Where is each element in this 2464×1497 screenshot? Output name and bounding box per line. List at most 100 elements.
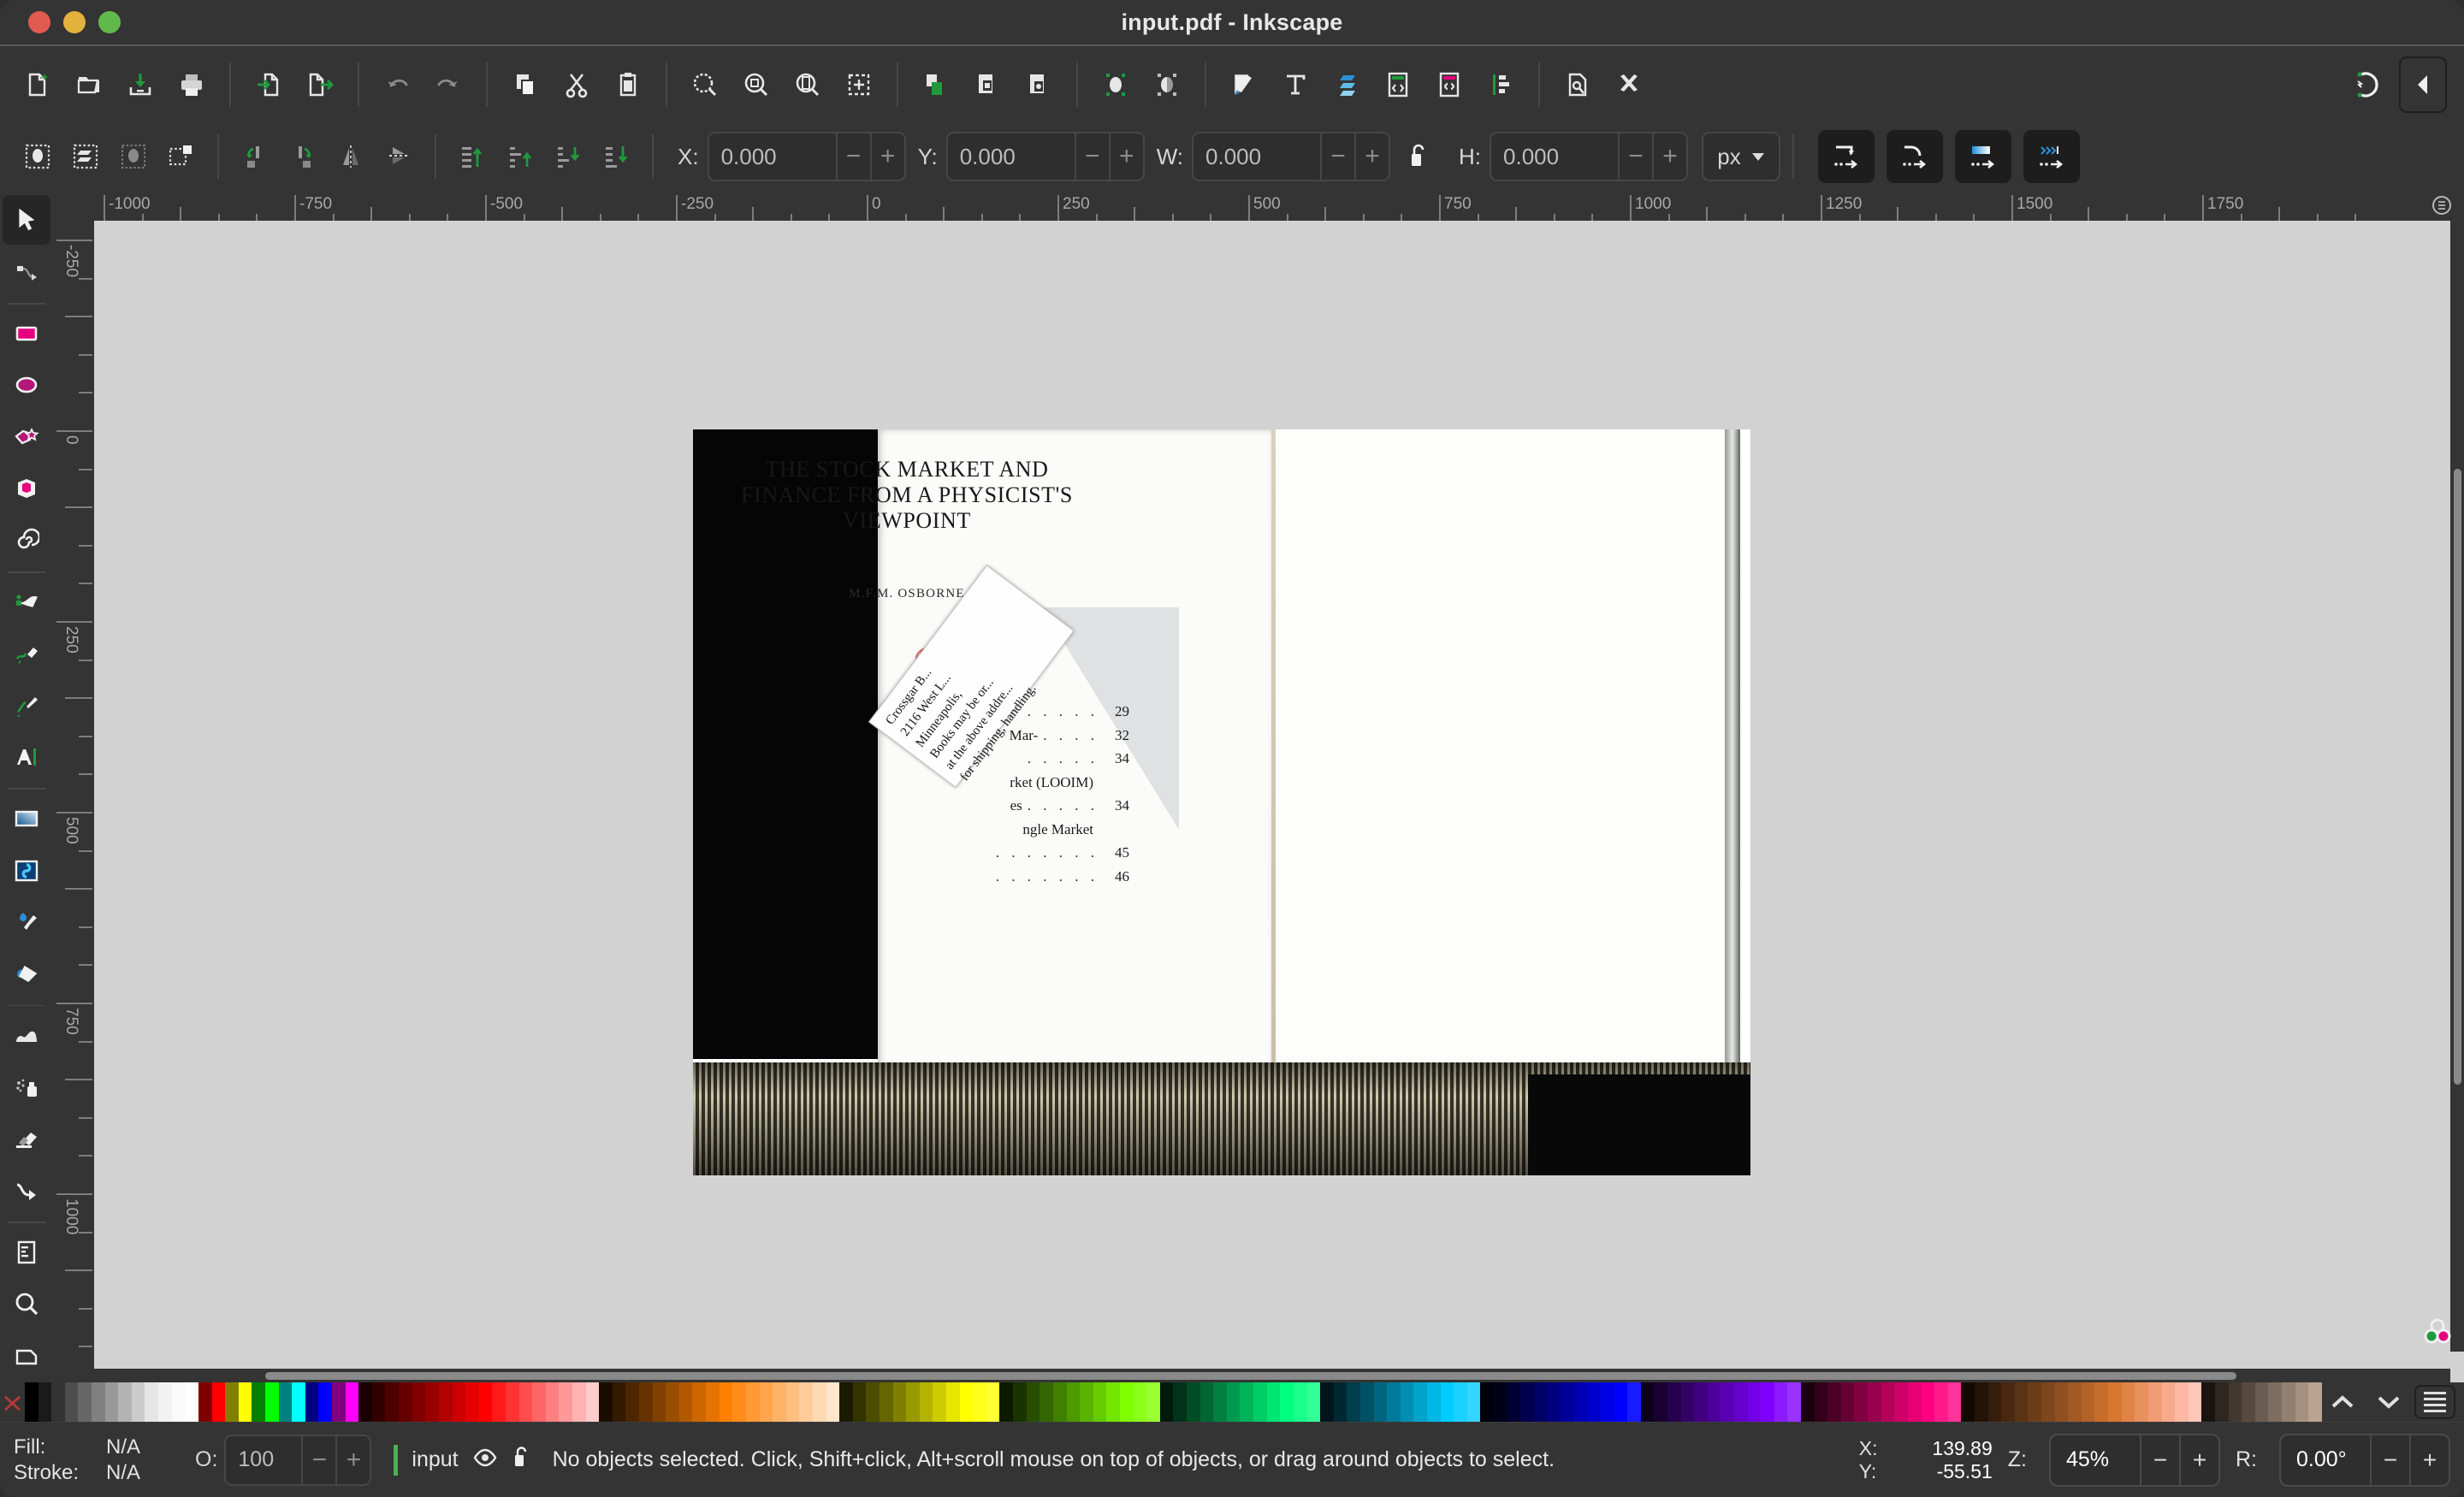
palette-swatch[interactable] [639, 1382, 653, 1422]
palette-swatch[interactable] [1480, 1382, 1494, 1422]
save-document-icon[interactable] [115, 59, 166, 110]
palette-swatch[interactable] [372, 1382, 386, 1422]
difference-path-icon[interactable] [1141, 59, 1193, 110]
palette-swatch[interactable] [2041, 1382, 2055, 1422]
zoom-out-button[interactable]: − [2140, 1435, 2179, 1485]
deselect-icon[interactable] [110, 133, 157, 180]
palette-swatch[interactable] [2229, 1382, 2242, 1422]
palette-swatch[interactable] [1614, 1382, 1628, 1422]
palette-swatch[interactable] [2282, 1382, 2295, 1422]
palette-swatch[interactable] [2082, 1382, 2095, 1422]
palette-swatch[interactable] [1160, 1382, 1174, 1422]
palette-swatch[interactable] [1280, 1382, 1294, 1422]
palette-swatch[interactable] [453, 1382, 466, 1422]
palette-swatch[interactable] [786, 1382, 800, 1422]
palette-swatch[interactable] [92, 1382, 105, 1422]
palette-swatch[interactable] [198, 1382, 212, 1422]
palette-swatch[interactable] [906, 1382, 920, 1422]
palette-swatch[interactable] [1240, 1382, 1253, 1422]
palette-swatch[interactable] [252, 1382, 265, 1422]
paint-bucket-tool[interactable] [3, 949, 50, 998]
palette-swatch[interactable] [1694, 1382, 1708, 1422]
palette-swatch[interactable] [118, 1382, 132, 1422]
palette-swatch[interactable] [358, 1382, 372, 1422]
palette-swatch[interactable] [2015, 1382, 2029, 1422]
zoom-tool[interactable] [3, 1279, 50, 1328]
palette-swatch[interactable] [38, 1382, 52, 1422]
import-icon[interactable] [243, 59, 294, 110]
palette-scroll-down-icon[interactable] [2368, 1385, 2409, 1419]
affect-gradients-icon[interactable] [1955, 130, 2011, 183]
palette-swatch[interactable] [1961, 1382, 1975, 1422]
preferences-icon[interactable] [1603, 59, 1655, 110]
cut-icon[interactable] [551, 59, 602, 110]
w-field-value[interactable]: 0.000 [1194, 144, 1320, 170]
palette-scroll-up-icon[interactable] [2322, 1385, 2363, 1419]
palette-swatch[interactable] [572, 1382, 586, 1422]
palette-swatch[interactable] [613, 1382, 626, 1422]
lock-aspect-ratio-icon[interactable] [1395, 132, 1442, 181]
palette-swatch[interactable] [1413, 1382, 1427, 1422]
export-icon[interactable] [294, 59, 346, 110]
palette-swatch[interactable] [1627, 1382, 1641, 1422]
y-field[interactable]: 0.000 − + [946, 132, 1145, 181]
palette-swatch[interactable] [2148, 1382, 2162, 1422]
palette-swatch[interactable] [425, 1382, 439, 1422]
palette-swatch[interactable] [2295, 1382, 2309, 1422]
palette-swatch[interactable] [385, 1382, 399, 1422]
palette-swatch[interactable] [546, 1382, 560, 1422]
palette-swatch[interactable] [1587, 1382, 1601, 1422]
document-properties-icon[interactable] [1552, 59, 1603, 110]
color-managed-view-icon[interactable] [2416, 1311, 2459, 1353]
palette-swatch[interactable] [1827, 1382, 1841, 1422]
rotation-increment-button[interactable]: + [2409, 1435, 2449, 1485]
palette-swatch[interactable] [1093, 1382, 1107, 1422]
affect-rounded-corners-icon[interactable] [1886, 130, 1943, 183]
w-decrement-button[interactable]: − [1320, 133, 1354, 180]
palette-swatch[interactable] [1454, 1382, 1467, 1422]
palette-swatch[interactable] [666, 1382, 679, 1422]
pencil-tool[interactable] [3, 629, 50, 678]
lower-icon[interactable] [544, 133, 592, 180]
unlock-icon[interactable] [512, 1445, 530, 1475]
x-field-value[interactable]: 0.000 [709, 144, 836, 170]
palette-swatch[interactable] [2135, 1382, 2148, 1422]
palette-swatch[interactable] [279, 1382, 293, 1422]
measure-tool[interactable] [3, 1228, 50, 1277]
spiral-tool[interactable] [3, 515, 50, 565]
spray-tool[interactable] [3, 1062, 50, 1112]
palette-swatch[interactable] [946, 1382, 960, 1422]
palette-swatch[interactable] [1360, 1382, 1374, 1422]
tweak-tool[interactable] [3, 1010, 50, 1060]
palette-swatch[interactable] [1601, 1382, 1614, 1422]
xml-editor-icon[interactable] [1372, 59, 1424, 110]
palette-swatch[interactable] [1574, 1382, 1588, 1422]
palette-swatch[interactable] [1654, 1382, 1667, 1422]
palette-swatch[interactable] [519, 1382, 533, 1422]
palette-swatch[interactable] [760, 1382, 773, 1422]
palette-swatch[interactable] [1667, 1382, 1681, 1422]
selector-tool[interactable] [3, 195, 50, 245]
palette-swatch[interactable] [679, 1382, 693, 1422]
palette-swatch[interactable] [1467, 1382, 1481, 1422]
fill-stroke-dialog-icon[interactable] [1218, 59, 1270, 110]
raise-to-top-icon[interactable] [448, 133, 496, 180]
ungroup-icon[interactable] [1013, 59, 1064, 110]
palette-swatch[interactable] [1734, 1382, 1748, 1422]
opacity-value[interactable]: 100 [226, 1447, 301, 1472]
redo-icon[interactable] [423, 59, 474, 110]
affect-stroke-width-icon[interactable] [1818, 130, 1875, 183]
rotation-decrement-button[interactable]: − [2370, 1435, 2409, 1485]
copy-icon[interactable] [500, 59, 551, 110]
x-decrement-button[interactable]: − [836, 133, 870, 180]
palette-swatch[interactable] [2108, 1382, 2122, 1422]
horizontal-ruler[interactable]: -1000-750-500-25002505007501000125015001… [94, 190, 2464, 221]
h-field[interactable]: 0.000 − + [1490, 132, 1688, 181]
palette-swatch[interactable] [2215, 1382, 2229, 1422]
palette-swatch[interactable] [746, 1382, 760, 1422]
palette-swatch[interactable] [1868, 1382, 1881, 1422]
palette-swatch[interactable] [1053, 1382, 1067, 1422]
document-image[interactable] [693, 429, 1750, 1175]
palette-swatch[interactable] [2094, 1382, 2108, 1422]
palette-swatch[interactable] [78, 1382, 92, 1422]
